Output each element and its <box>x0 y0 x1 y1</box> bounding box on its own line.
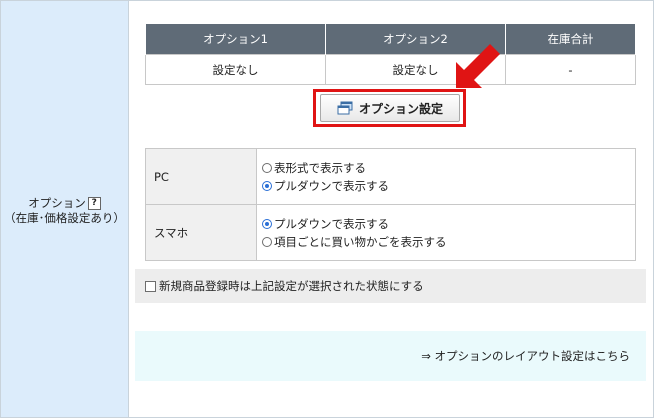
default-selection-bar: 新規商品登録時は上記設定が選択された状態にする <box>135 269 646 303</box>
option-summary-table: オプション1 オプション2 在庫合計 設定なし 設定なし - <box>145 24 637 85</box>
table-header-row: オプション1 オプション2 在庫合計 <box>145 24 637 55</box>
option-settings-button[interactable]: オプション設定 <box>320 94 460 122</box>
radio-label: 表形式で表示する <box>274 160 366 175</box>
option-label-text: オプション <box>28 196 86 210</box>
layout-settings-box: ⇒ オプションのレイアウト設定はこちら <box>135 331 646 381</box>
pc-settings-row: PC 表形式で表示する プルダウンで表示する <box>145 148 636 205</box>
radio-label: プルダウンで表示する <box>274 178 389 193</box>
default-selection-label[interactable]: 新規商品登録時は上記設定が選択された状態にする <box>159 278 424 294</box>
option-label-subtext: （在庫･価格設定あり） <box>4 211 125 225</box>
window-stack-icon <box>337 101 353 115</box>
pc-options: 表形式で表示する プルダウンで表示する <box>256 148 636 205</box>
radio-label: プルダウンで表示する <box>274 216 389 231</box>
radio-button[interactable] <box>262 236 272 247</box>
sp-option-cart-per-item[interactable]: 項目ごとに買い物かごを表示する <box>262 233 634 251</box>
cell-option1: 設定なし <box>145 54 326 85</box>
display-settings-table: PC 表形式で表示する プルダウンで表示する スマホ プルダウンで表示する 項目… <box>145 148 636 261</box>
radio-button-selected[interactable] <box>262 218 272 229</box>
smartphone-options: プルダウンで表示する 項目ごとに買い物かごを表示する <box>256 204 636 261</box>
option-section-label: オプション? （在庫･価格設定あり） <box>1 196 128 226</box>
smartphone-label: スマホ <box>145 204 257 261</box>
column-header-stock-total: 在庫合計 <box>504 24 637 55</box>
option-settings-button-label: オプション設定 <box>358 101 443 116</box>
smartphone-settings-row: スマホ プルダウンで表示する 項目ごとに買い物かごを表示する <box>145 204 636 261</box>
pc-label: PC <box>145 148 257 205</box>
radio-button-selected[interactable] <box>262 180 272 191</box>
red-arrow-annotation <box>456 44 500 88</box>
option-layout-settings-link[interactable]: ⇒ オプションのレイアウト設定はこちら <box>421 348 630 364</box>
left-label-column: オプション? （在庫･価格設定あり） <box>1 1 129 417</box>
default-selection-checkbox[interactable] <box>145 280 156 292</box>
cell-stock-total: - <box>504 54 637 85</box>
pc-option-table-format[interactable]: 表形式で表示する <box>262 159 634 177</box>
radio-label: 項目ごとに買い物かごを表示する <box>274 234 447 249</box>
sp-option-pulldown[interactable]: プルダウンで表示する <box>262 215 634 233</box>
column-header-option1: オプション1 <box>145 24 326 55</box>
table-row: 設定なし 設定なし - <box>145 54 637 85</box>
pc-option-pulldown[interactable]: プルダウンで表示する <box>262 177 634 195</box>
radio-button[interactable] <box>262 162 272 173</box>
help-icon[interactable]: ? <box>87 197 101 210</box>
